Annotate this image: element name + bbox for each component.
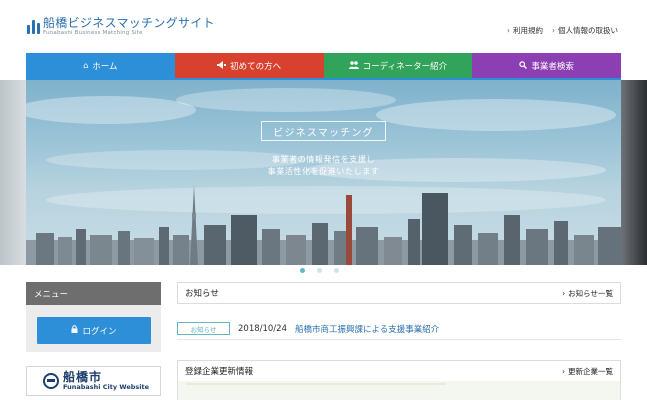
nav-coordinators[interactable]: コーディネーター紹介 <box>323 53 473 78</box>
nav-business-search-label: 事業者検索 <box>531 61 574 72</box>
hero-copy-line2: 事業活性化を促進いたします <box>267 167 380 176</box>
users-icon <box>348 60 359 71</box>
site-header: 船橋ビジネスマッチングサイト Funabashi Business Matchi… <box>0 0 647 52</box>
hero-copy-line1: 事業者の情報発信を支援し <box>271 155 376 164</box>
login-label: ログイン <box>82 326 117 337</box>
hero-next-slide-peek <box>621 80 647 265</box>
news-panel-header: お知らせ お知らせ一覧 <box>177 282 621 304</box>
hero-prev-slide-peek <box>0 80 26 265</box>
sidebar-menu: メニュー ログイン <box>26 282 161 352</box>
megaphone-icon <box>217 60 227 71</box>
site-subtitle: Funabashi Business Matching Site <box>43 30 143 36</box>
hero-slider[interactable]: ビジネスマッチング 事業者の情報発信を支援し 事業活性化を促進いたします <box>26 80 621 265</box>
news-item: お知らせ 2018/10/24 船橋市商工振興課による支援事業紹介 <box>177 318 621 340</box>
privacy-link[interactable]: 個人情報の取扱い <box>552 25 618 36</box>
terms-link[interactable]: 利用規約 <box>507 25 543 36</box>
search-icon <box>519 60 528 71</box>
news-title: お知らせ <box>185 289 219 299</box>
nav-home-label: ホーム <box>92 61 118 72</box>
city-emblem-icon <box>43 373 59 389</box>
news-more-link[interactable]: お知らせ一覧 <box>562 288 613 299</box>
slider-dot-1[interactable] <box>300 268 305 273</box>
hero-copy: 事業者の情報発信を支援し 事業活性化を促進いたします <box>216 154 431 178</box>
news-date: 2018/10/24 <box>238 323 287 334</box>
news-link[interactable]: 船橋市商工振興課による支援事業紹介 <box>295 323 439 335</box>
funabashi-city-banner[interactable]: 船橋市 Funabashi City Website <box>26 366 161 396</box>
sidebar-menu-title: メニュー <box>26 282 161 305</box>
nav-business-search[interactable]: 事業者検索 <box>472 53 621 78</box>
global-nav: ⌂ ホーム 初めての方へ コーディネーター紹介 事業者検索 <box>26 53 621 78</box>
nav-first-time[interactable]: 初めての方へ <box>174 53 324 78</box>
slider-dot-3[interactable] <box>334 268 339 273</box>
site-logo[interactable]: 船橋ビジネスマッチングサイト Funabashi Business Matchi… <box>27 16 215 37</box>
hero-title: ビジネスマッチング <box>261 121 386 141</box>
site-title: 船橋ビジネスマッチングサイト <box>43 16 215 30</box>
lock-icon <box>71 325 78 336</box>
home-icon: ⌂ <box>83 61 89 70</box>
login-button[interactable]: ログイン <box>37 317 151 344</box>
city-skyline <box>26 185 621 265</box>
nav-home[interactable]: ⌂ ホーム <box>26 53 175 78</box>
slider-dot-2[interactable] <box>317 268 322 273</box>
companies-panel-body <box>177 381 621 400</box>
logo-mark-icon <box>27 18 40 34</box>
slider-pagination <box>300 268 339 273</box>
banner-city-sub: Funabashi City Website <box>63 383 150 391</box>
companies-title: 登録企業更新情報 <box>185 367 254 377</box>
news-category-badge: お知らせ <box>177 322 230 335</box>
nav-first-time-label: 初めての方へ <box>230 61 282 72</box>
nav-coordinators-label: コーディネーター紹介 <box>362 61 448 72</box>
utility-links: 利用規約 個人情報の取扱い <box>507 25 618 36</box>
companies-panel-header: 登録企業更新情報 更新企業一覧 <box>177 360 621 382</box>
companies-more-link[interactable]: 更新企業一覧 <box>562 366 613 377</box>
